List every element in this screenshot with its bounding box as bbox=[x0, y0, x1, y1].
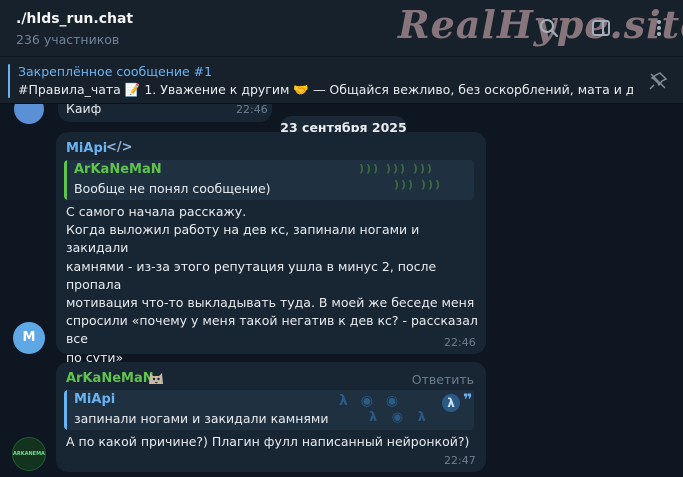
avatar[interactable]: M bbox=[13, 322, 45, 354]
reply-sender: MiApi bbox=[74, 392, 116, 407]
reply-button[interactable]: Ответить bbox=[412, 372, 474, 387]
quote-icon: ❞ bbox=[463, 390, 473, 409]
pinned-text: #Правила_чата 📝 1. Уважение к другим 🤝 —… bbox=[18, 82, 633, 97]
code-badge-icon: </> bbox=[106, 140, 133, 155]
message-text: А по какой причине?) Плагин фулл написан… bbox=[66, 434, 470, 449]
reply-text: Вообще не понял сообщение) bbox=[74, 181, 271, 196]
sender-name[interactable]: ArKaNeMaN bbox=[66, 371, 154, 386]
pinned-indicator bbox=[8, 64, 10, 98]
reply-sender: ArKaNeMaN bbox=[74, 162, 162, 177]
lambda-icon: λ bbox=[442, 394, 460, 412]
reply-indicator bbox=[64, 160, 67, 200]
reply-preview[interactable]: λ ◉ ◉ λ ◉ λ λ ❞ MiApi запинали ногами и … bbox=[64, 390, 474, 430]
cat-emoji-icon bbox=[147, 368, 165, 386]
pinned-title: Закреплённое сообщение #1 bbox=[18, 64, 213, 79]
more-icon[interactable] bbox=[648, 17, 670, 39]
message-bubble: ArKaNeMaN Ответить λ ◉ ◉ λ ◉ λ λ ❞ MiApi… bbox=[56, 362, 486, 472]
members-count[interactable]: 236 участников bbox=[16, 32, 119, 47]
search-icon[interactable] bbox=[538, 17, 560, 39]
unpin-icon[interactable] bbox=[648, 71, 668, 91]
chat-title[interactable]: ./hlds_run.chat bbox=[16, 11, 133, 27]
message-bubble: MiApi </> ))) ))) ))) ))) ))) ArKaNeMaN … bbox=[56, 132, 486, 419]
message-time: 22:46 bbox=[444, 336, 476, 349]
columns-icon[interactable] bbox=[590, 17, 612, 39]
sender-name[interactable]: MiApi bbox=[66, 141, 107, 156]
chat-header: ./hlds_run.chat 236 участников RealHype.… bbox=[0, 0, 683, 56]
reply-text: запинали ногами и закидали камнями bbox=[74, 411, 329, 426]
lambda-pattern-icon: λ ◉ ◉ bbox=[339, 393, 403, 409]
avatar[interactable]: ARKANEMAN bbox=[12, 437, 46, 471]
pattern-icon: ))) ))) ))) bbox=[359, 162, 434, 175]
reply-indicator bbox=[64, 390, 67, 430]
message-time: 22:47 bbox=[444, 454, 476, 467]
message-time: 22:46 bbox=[236, 103, 268, 116]
reply-preview[interactable]: ))) ))) ))) ))) ))) ArKaNeMaN Вообще не … bbox=[64, 160, 474, 200]
lambda-pattern-icon: λ ◉ λ bbox=[369, 410, 431, 425]
pinned-message-bar[interactable]: Закреплённое сообщение #1 #Правила_чата … bbox=[0, 57, 683, 104]
pattern-icon: ))) ))) bbox=[394, 178, 442, 191]
